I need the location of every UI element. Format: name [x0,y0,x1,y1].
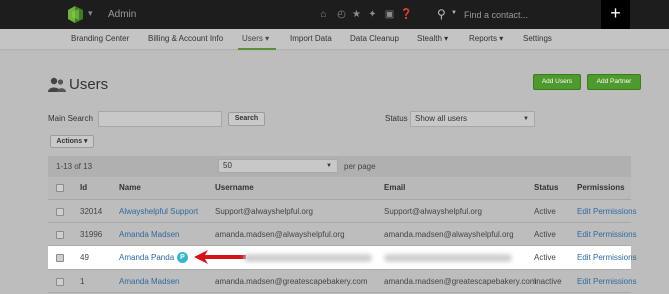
row-email: Support@alwayshelpful.org [384,207,482,216]
star-icon[interactable]: ★ [351,9,362,20]
chevron-down-icon: ▼ [523,116,529,122]
logo-icon[interactable] [68,6,83,23]
main-nav: Branding Center Billing & Account Info U… [0,29,669,50]
row-email: amanda.madsen@greatescapebakery.com [384,277,537,286]
redacted-email [384,254,512,262]
main-search-input[interactable] [98,111,222,127]
row-name-link[interactable]: Alwayshelpful Support [119,207,198,216]
actions-button[interactable]: Actions ▾ [50,135,94,148]
row-checkbox[interactable] [56,254,64,262]
nav-users[interactable]: Users ▾ [242,34,269,43]
nav-import-data[interactable]: Import Data [290,34,332,43]
status-label: Status [385,114,408,123]
row-name-link[interactable]: Amanda Madsen [119,277,179,286]
row-checkbox[interactable] [56,208,64,216]
quick-add-button[interactable]: + [601,0,630,29]
row-id: 1 [80,277,85,286]
column-header-permissions[interactable]: Permissions [577,183,625,192]
row-name-link[interactable]: Amanda Panda [119,253,174,262]
column-header-email[interactable]: Email [384,183,405,192]
redacted-username [244,254,372,262]
help-icon[interactable]: ❓ [400,9,412,20]
per-page-select[interactable]: 50 ▼ [218,159,338,173]
row-status: Active [534,253,556,262]
nav-branding-center[interactable]: Branding Center [71,34,129,43]
row-username: amanda.madsen@alwayshelpful.org [215,230,345,239]
contact-search-input[interactable] [464,5,594,24]
edit-permissions-link[interactable]: Edit Permissions [577,253,637,262]
table-header: Id Name Username Email Status Permission… [48,177,631,200]
puzzle-icon[interactable]: ✦ [367,9,378,20]
status-select-value: Show all users [415,114,468,123]
nav-data-cleanup[interactable]: Data Cleanup [350,34,399,43]
search-type-chevron-icon[interactable]: ▼ [451,10,457,16]
add-users-button[interactable]: Add Users [533,74,581,90]
results-count: 1-13 of 13 [56,162,93,171]
add-partner-button[interactable]: Add Partner [587,74,641,90]
row-id: 32014 [80,207,103,216]
per-page-label: per page [344,162,376,171]
clock-icon[interactable]: ◴ [336,9,347,20]
app-title: Admin [108,9,137,20]
status-select[interactable]: Show all users ▼ [410,111,535,127]
arrow-icon [194,250,246,264]
row-status: Inactive [534,277,562,286]
row-username: amanda.madsen@greatescapebakery.com [215,277,368,286]
row-username: Support@alwayshelpful.org [215,207,313,216]
edit-permissions-link[interactable]: Edit Permissions [577,277,637,286]
active-tab-indicator [238,48,276,50]
search-button[interactable]: Search [228,112,265,126]
page-title: Users [69,76,109,93]
row-checkbox[interactable] [56,278,64,286]
top-bar: ▾ Admin ⌂ ◴ ★ ✦ ▣ ❓ ⚲ ▼ + [0,0,669,29]
select-all-checkbox[interactable] [56,184,64,192]
nav-stealth[interactable]: Stealth ▾ [417,34,448,43]
column-header-name[interactable]: Name [119,183,141,192]
pagination-bar: 1-13 of 13 50 ▼ per page [48,156,631,177]
users-icon [48,77,66,92]
column-header-username[interactable]: Username [215,183,254,192]
row-status: Active [534,207,556,216]
column-header-id[interactable]: Id [80,183,87,192]
row-checkbox[interactable] [56,231,64,239]
building-icon[interactable]: ▣ [384,9,395,20]
nav-settings[interactable]: Settings [523,34,552,43]
table-row: 31996 Amanda Madsen amanda.madsen@always… [48,223,637,246]
nav-billing-account-info[interactable]: Billing & Account Info [148,34,223,43]
column-header-status[interactable]: Status [534,183,558,192]
row-status: Active [534,230,556,239]
home-icon[interactable]: ⌂ [318,9,329,20]
row-id: 49 [80,253,89,262]
edit-permissions-link[interactable]: Edit Permissions [577,207,637,216]
nav-reports[interactable]: Reports ▾ [469,34,503,43]
row-id: 31996 [80,230,103,239]
app-switcher-chevron-icon[interactable]: ▾ [88,8,93,19]
table-row-highlighted: 49 Amanda Panda P Active Edit Permission… [48,246,637,270]
main-search-label: Main Search [48,114,93,123]
row-email: amanda.madsen@alwayshelpful.org [384,230,514,239]
partner-badge: P [177,252,188,263]
table-row: 1 Amanda Madsen amanda.madsen@greatescap… [48,270,637,293]
per-page-value: 50 [223,161,232,170]
table-row: 32014 Alwayshelpful Support Support@alwa… [48,200,637,223]
edit-permissions-link[interactable]: Edit Permissions [577,230,637,239]
row-name-link[interactable]: Amanda Madsen [119,230,179,239]
search-icon[interactable]: ⚲ [437,7,446,21]
chevron-down-icon: ▼ [326,163,332,169]
